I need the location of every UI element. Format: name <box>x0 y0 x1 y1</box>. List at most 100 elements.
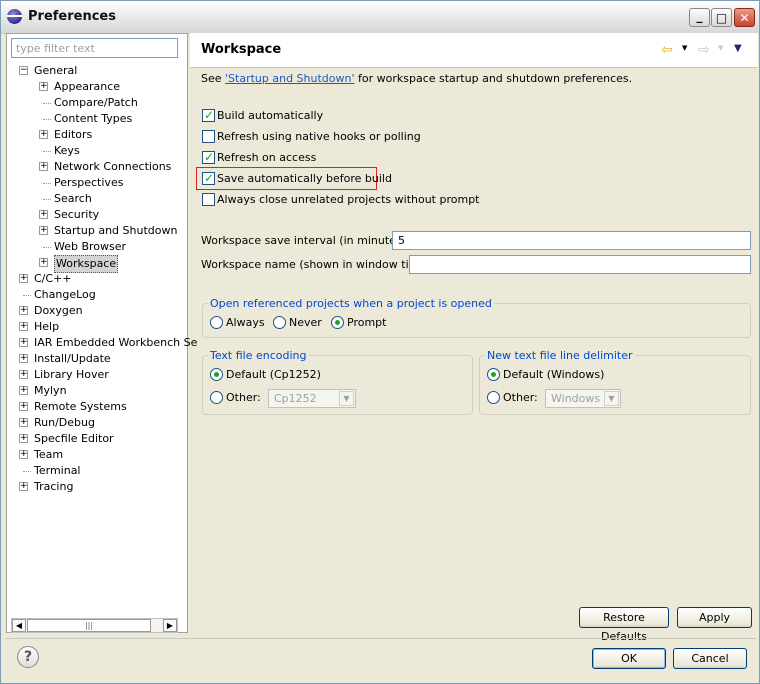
expand-icon[interactable] <box>19 354 28 363</box>
always-label[interactable]: Always <box>226 316 265 329</box>
tree-item-label: Editors <box>54 128 93 141</box>
refresh-on-access-checkbox[interactable] <box>202 150 215 164</box>
cancel-button[interactable]: Cancel <box>673 648 747 669</box>
expand-icon[interactable] <box>39 258 48 267</box>
expand-icon[interactable] <box>19 370 28 379</box>
expand-icon[interactable] <box>19 386 28 395</box>
help-icon[interactable]: ? <box>17 646 39 668</box>
save-interval-input[interactable]: 5 <box>392 231 751 250</box>
sidebar-horizontal-scrollbar[interactable]: ◀ ||| ▶ <box>11 618 178 633</box>
tree-item-label: Security <box>54 208 100 221</box>
description-suffix: for workspace startup and shutdown prefe… <box>354 72 633 85</box>
delimiter-other-radio[interactable] <box>487 391 500 404</box>
build-automatically-label[interactable]: Build automatically <box>217 109 323 122</box>
delimiter-other-label[interactable]: Other: <box>503 391 538 404</box>
header-divider <box>190 67 758 68</box>
expand-icon[interactable] <box>39 210 48 219</box>
tree-connector <box>43 119 51 120</box>
tree-item-label: Help <box>34 320 60 333</box>
expand-icon[interactable] <box>19 402 28 411</box>
close-button[interactable]: ✕ <box>734 8 755 27</box>
tree-item-label: IAR Embedded Workbench Se <box>34 336 198 349</box>
preferences-window: Preferences _ □ ✕ type filter text Gener… <box>0 0 760 684</box>
delimiter-other-value: Windows <box>551 392 601 405</box>
page-title: Workspace <box>201 42 282 57</box>
workspace-name-label: Workspace name (shown in window title): <box>201 258 431 271</box>
save-interval-label: Workspace save interval (in minutes): <box>201 234 410 247</box>
expand-icon[interactable] <box>19 482 28 491</box>
expand-icon[interactable] <box>19 322 28 331</box>
refresh-native-checkbox[interactable] <box>202 130 215 143</box>
tree-item-label: Perspectives <box>54 176 124 189</box>
tree-item-label: Library Hover <box>34 368 109 381</box>
expand-icon[interactable] <box>19 338 28 347</box>
never-radio[interactable] <box>273 316 286 329</box>
expand-icon[interactable] <box>19 434 28 443</box>
expand-icon[interactable] <box>19 450 28 459</box>
build-automatically-checkbox[interactable] <box>202 108 215 122</box>
ok-button[interactable]: OK <box>592 648 666 669</box>
prompt-radio[interactable] <box>331 316 344 329</box>
collapse-icon[interactable] <box>19 66 28 75</box>
expand-icon[interactable] <box>39 82 48 91</box>
encoding-group-title: Text file encoding <box>208 349 309 362</box>
filter-input[interactable]: type filter text <box>11 38 178 58</box>
scroll-right-icon[interactable]: ▶ <box>163 619 177 632</box>
tree-item-label: Search <box>54 192 92 205</box>
back-arrow-icon[interactable]: ⇦ <box>661 42 673 58</box>
window-title: Preferences <box>28 9 116 24</box>
expand-icon[interactable] <box>39 162 48 171</box>
delimiter-default-radio[interactable] <box>487 368 500 381</box>
restore-defaults-button[interactable]: Restore Defaults <box>579 607 669 643</box>
close-unrelated-checkbox[interactable] <box>202 193 215 206</box>
tree-item-label: Run/Debug <box>34 416 95 429</box>
minimize-button[interactable]: _ <box>689 8 710 27</box>
encoding-default-radio[interactable] <box>210 368 223 381</box>
description-prefix: See <box>201 72 226 85</box>
back-menu-icon[interactable]: ▼ <box>682 44 687 52</box>
close-unrelated-label[interactable]: Always close unrelated projects without … <box>217 193 480 206</box>
maximize-icon: □ <box>715 10 728 25</box>
expand-icon[interactable] <box>19 306 28 315</box>
tree-item-label: Keys <box>54 144 80 157</box>
save-before-build-label[interactable]: Save automatically before build <box>217 172 392 185</box>
expand-icon[interactable] <box>39 226 48 235</box>
chevron-down-icon: ▼ <box>604 391 619 406</box>
encoding-other-select: Cp1252 ▼ <box>268 389 356 408</box>
scrollbar-thumb[interactable]: ||| <box>27 619 151 632</box>
tree-item-label: General <box>34 64 78 77</box>
never-label[interactable]: Never <box>289 316 322 329</box>
tree-item-label: Install/Update <box>34 352 111 365</box>
delimiter-default-label[interactable]: Default (Windows) <box>503 368 604 381</box>
tree-item-label: Specfile Editor <box>34 432 114 445</box>
startup-shutdown-link[interactable]: 'Startup and Shutdown' <box>225 72 354 85</box>
workspace-name-input[interactable] <box>409 255 751 274</box>
minimize-icon: _ <box>696 9 703 23</box>
tree-item-label: C/C++ <box>34 272 72 285</box>
chevron-down-icon: ▼ <box>339 391 354 406</box>
view-menu-icon[interactable]: ▼ <box>734 43 742 54</box>
tree-item-label: Remote Systems <box>34 400 127 413</box>
refresh-on-access-label[interactable]: Refresh on access <box>217 151 316 164</box>
always-radio[interactable] <box>210 316 223 329</box>
eclipse-icon <box>7 9 22 24</box>
save-before-build-checkbox[interactable] <box>202 171 215 185</box>
footer-divider <box>6 638 756 639</box>
scroll-left-icon[interactable]: ◀ <box>12 619 26 632</box>
refresh-native-label[interactable]: Refresh using native hooks or polling <box>217 130 421 143</box>
apply-button[interactable]: Apply <box>677 607 752 628</box>
expand-icon[interactable] <box>19 274 28 283</box>
tree-connector <box>43 199 51 200</box>
encoding-other-label[interactable]: Other: <box>226 391 261 404</box>
expand-icon[interactable] <box>19 418 28 427</box>
tree-item-label: Terminal <box>34 464 81 477</box>
page-description: See 'Startup and Shutdown' for workspace… <box>201 72 632 85</box>
encoding-other-radio[interactable] <box>210 391 223 404</box>
open-projects-group-title: Open referenced projects when a project … <box>208 297 494 310</box>
prompt-label[interactable]: Prompt <box>347 316 386 329</box>
encoding-default-label[interactable]: Default (Cp1252) <box>226 368 321 381</box>
expand-icon[interactable] <box>39 130 48 139</box>
maximize-button[interactable]: □ <box>711 8 732 27</box>
encoding-other-value: Cp1252 <box>274 392 317 405</box>
tree-item-label: Content Types <box>54 112 133 125</box>
